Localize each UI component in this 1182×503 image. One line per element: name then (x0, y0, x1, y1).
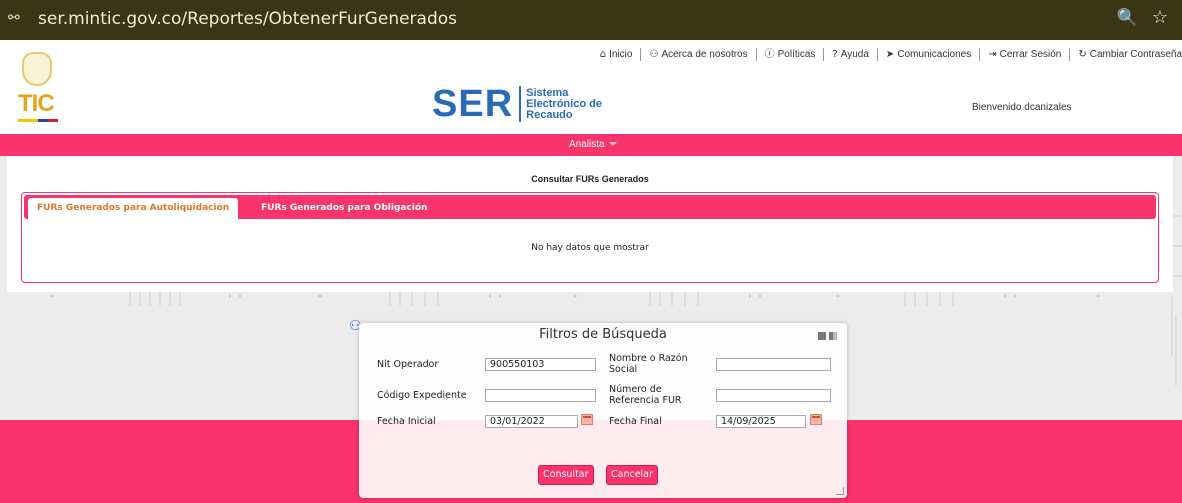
home-icon: ⌂ (599, 49, 607, 60)
link-comunicaciones[interactable]: ➤ Comunicaciones (878, 48, 981, 61)
link-label: Cerrar Sesión (999, 49, 1062, 60)
link-label: Inicio (609, 49, 633, 60)
resize-handle-icon[interactable] (836, 487, 844, 495)
ser-logo-subtitle: Sistema Electrónico de Recaudo (526, 86, 602, 121)
help-icon: ? (832, 49, 838, 60)
referencia-fur-label: Número de Referencia FUR (609, 384, 682, 406)
calendar-icon[interactable] (810, 414, 822, 425)
codigo-expediente-field[interactable] (485, 389, 596, 402)
fecha-final-label: Fecha Final (609, 416, 662, 427)
logout-icon: ⇥ (988, 49, 997, 60)
colombia-flag-stripe (18, 119, 58, 122)
tab-container: FURs Generados para Autoliquidación FURs… (21, 192, 1159, 283)
bookmark-star-icon[interactable]: ☆ (1152, 7, 1168, 28)
link-acerca[interactable]: ⚇ Acerca de nosotros (641, 48, 757, 61)
referencia-fur-field[interactable] (716, 389, 831, 402)
razon-social-label: Nombre o Razón Social (609, 353, 688, 375)
window-controls (818, 332, 837, 340)
main-menu-bar: Analista (0, 134, 1182, 156)
zoom-icon[interactable]: 🔍 (1117, 8, 1138, 28)
tab-autoliquidacion[interactable]: FURs Generados para Autoliquidación (28, 198, 239, 219)
search-filters-dialog: Filtros de Búsqueda Nit Operador 9005501… (359, 323, 847, 498)
menu-analista[interactable]: Analista (569, 139, 605, 150)
codigo-expediente-label: Código Expediente (377, 390, 467, 401)
fecha-inicial-label: Fecha Inicial (377, 416, 436, 427)
link-label: Acerca de nosotros (661, 49, 748, 60)
consultar-button[interactable]: Consultar (538, 465, 594, 485)
maximize-icon[interactable] (829, 332, 837, 340)
link-cambiar-contrasena[interactable]: ↻ Cambiar Contraseña (1070, 48, 1182, 61)
ser-logo-text: SER (432, 83, 514, 125)
nit-operador-field[interactable]: 900550103 (485, 358, 596, 371)
browser-address-bar: ⚯ ser.mintic.gov.co/Reportes/ObtenerFurG… (0, 0, 1182, 40)
link-label: Ayuda (840, 49, 869, 60)
site-settings-icon[interactable]: ⚯ (8, 10, 28, 30)
dialog-title: Filtros de Búsqueda (539, 327, 667, 342)
chevron-down-icon[interactable] (609, 142, 617, 146)
refresh-icon: ↻ (1078, 49, 1087, 60)
empty-message: No hay datos que mostrar (531, 243, 649, 253)
link-label: Comunicaciones (897, 49, 972, 60)
coat-of-arms-icon (22, 52, 52, 86)
minimize-icon[interactable] (818, 332, 826, 340)
cancelar-button[interactable]: Cancelar (606, 465, 658, 485)
link-ayuda[interactable]: ? Ayuda (824, 48, 878, 61)
razon-social-field[interactable] (716, 358, 831, 371)
send-icon: ➤ (885, 49, 895, 60)
welcome-text: Bienvenido dcanizales (972, 102, 1072, 113)
users-icon: ⚇ (649, 49, 659, 60)
link-inicio[interactable]: ⌂ Inicio (592, 48, 642, 61)
link-cerrar-sesion[interactable]: ⇥ Cerrar Sesión (980, 48, 1071, 61)
link-politicas[interactable]: ⓘ Políticas (757, 48, 825, 61)
tic-logo[interactable]: TIC (18, 52, 62, 126)
tab-strip: FURs Generados para Autoliquidación FURs… (24, 195, 1156, 219)
tic-logo-text: TIC (18, 90, 55, 117)
content-panel: Consultar FURs Generados FURs Generados … (7, 156, 1173, 292)
site-header: ⌂ Inicio ⚇ Acerca de nosotros ⓘ Políticas ?… (0, 40, 1182, 134)
page-title: Consultar FURs Generados (531, 174, 649, 184)
fecha-inicial-field[interactable]: 03/01/2022 (485, 415, 578, 428)
fecha-final-field[interactable]: 14/09/2025 (716, 415, 806, 428)
ser-logo: SER Sistema Electrónico de Recaudo (432, 84, 616, 124)
url-text[interactable]: ser.mintic.gov.co/Reportes/ObtenerFurGen… (38, 9, 457, 29)
logo-divider (519, 86, 522, 122)
calendar-icon[interactable] (581, 414, 593, 425)
top-links: ⌂ Inicio ⚇ Acerca de nosotros ⓘ Políticas ?… (592, 48, 1182, 61)
info-icon: ⓘ (764, 49, 775, 60)
link-label: Políticas (777, 49, 816, 60)
nit-label: Nit Operador (377, 359, 439, 370)
tab-obligacion[interactable]: FURs Generados para Obligación (252, 198, 436, 219)
link-label: Cambiar Contraseña (1089, 49, 1182, 60)
